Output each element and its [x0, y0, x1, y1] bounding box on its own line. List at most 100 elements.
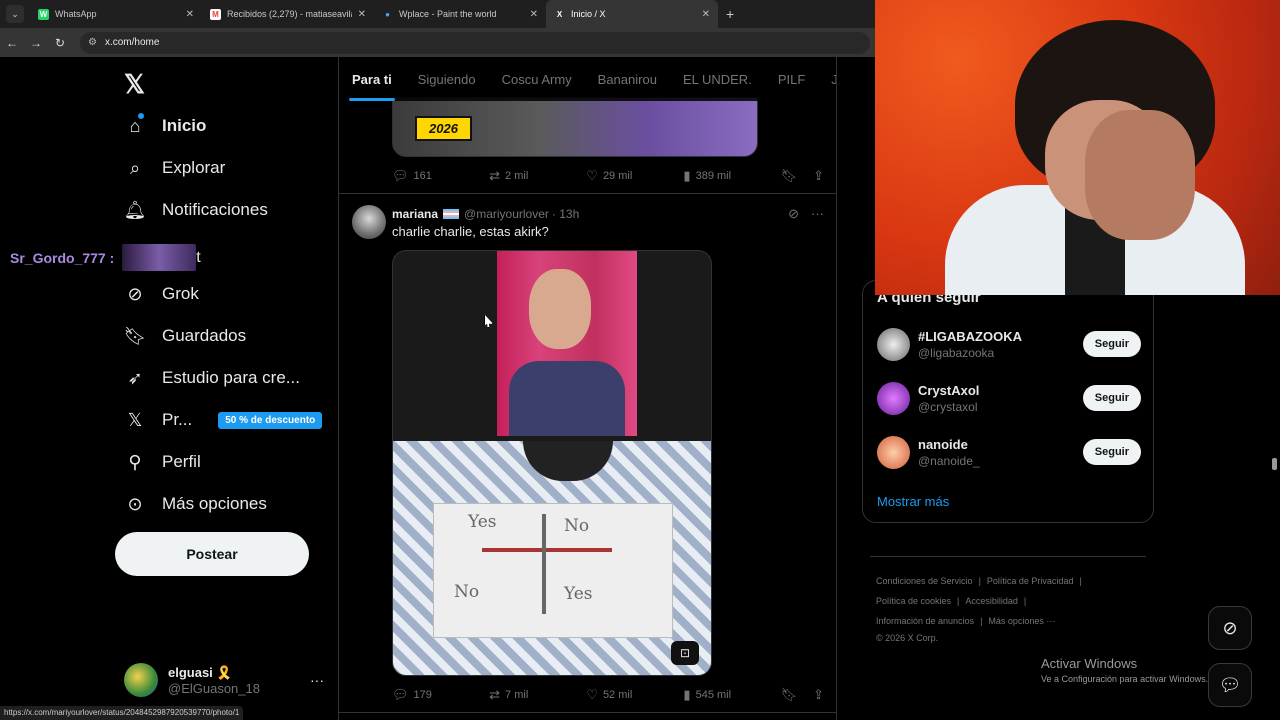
footer-row: Información de anuncios | Más opciones ·…	[876, 616, 1146, 626]
chat-bubble-icon: 💬︎	[1218, 674, 1242, 695]
avatar	[877, 435, 910, 469]
nav-item-estudio[interactable]: ➶ Estudio para cre...	[124, 367, 300, 389]
grok-icon[interactable]: ⊘	[788, 206, 799, 222]
footer-link-ads[interactable]: Información de anuncios	[876, 616, 974, 626]
nav-label: Más opciones	[162, 494, 267, 513]
nav-item-perfil[interactable]: ⚲ Perfil	[124, 451, 200, 473]
rocket-icon: ➶	[127, 367, 143, 388]
photo-face	[529, 269, 591, 349]
repost-button[interactable]: ⇄ 7 mil	[489, 687, 586, 703]
nav-item-premium[interactable]: 𝕏 Pr... 50 % de descuento	[124, 409, 323, 431]
show-more-link[interactable]: Mostrar más	[877, 494, 949, 509]
repost-button[interactable]: ⇄ 2 mil	[489, 168, 586, 184]
overlay-username: Sr_Gordo_777 :	[10, 249, 115, 266]
forward-icon[interactable]: →	[24, 36, 48, 50]
nav-item-guardados[interactable]: 🔖︎ Guardados	[124, 325, 247, 347]
footer-link-terms[interactable]: Condiciones de Servicio	[876, 576, 973, 586]
edit-image-icon[interactable]: ⊡	[671, 641, 699, 665]
tweet-divider	[339, 193, 836, 194]
tweet-author-handle[interactable]: @mariyourlover	[464, 207, 549, 221]
like-button[interactable]: ♡ 29 mil	[586, 168, 683, 184]
browser-tab-active[interactable]: X Inicio / X ✕	[546, 0, 718, 28]
tab-el-under[interactable]: EL UNDER.	[670, 57, 765, 101]
site-info-icon[interactable]: ⚙	[88, 37, 97, 48]
account-switcher[interactable]: elguasi 🎗️ @ElGuason_18 ···	[124, 663, 324, 697]
tab-pilf[interactable]: PILF	[765, 57, 818, 101]
tab-para-ti[interactable]: Para ti	[339, 57, 405, 101]
reply-button[interactable]: 💬︎ 161	[392, 168, 489, 184]
heart-icon: ♡	[586, 168, 598, 183]
nav-label: Inicio	[162, 116, 207, 135]
pencil-horizontal	[482, 548, 612, 552]
tab-bananirou[interactable]: Bananirou	[585, 57, 670, 101]
messages-floating-button[interactable]: 💬︎	[1208, 663, 1252, 707]
photo-suit	[509, 361, 625, 436]
views-button[interactable]: ▮ 545 mil	[683, 687, 780, 703]
nav-item-notificaciones[interactable]: 🔔︎ Notificaciones	[124, 199, 268, 221]
tab-search-button[interactable]: ⌄	[6, 5, 24, 23]
post-button[interactable]: Postear	[115, 532, 309, 576]
paper-word: No	[454, 582, 480, 602]
footer-link-accessibility[interactable]: Accesibilidad	[965, 596, 1018, 606]
reply-button[interactable]: 💬︎ 179	[392, 687, 489, 703]
heart-icon: ♡	[586, 687, 598, 702]
nav-item-inicio[interactable]: ⌂ Inicio	[124, 115, 207, 137]
follow-button[interactable]: Seguir	[1082, 331, 1141, 357]
follow-button[interactable]: Seguir	[1082, 439, 1141, 465]
footer-row: © 2026 X Corp.	[876, 633, 1146, 643]
nav-label: Guardados	[162, 326, 247, 345]
tweet-author-name[interactable]: mariana	[392, 207, 438, 221]
tweet-photo[interactable]: Yes No No Yes ⊡	[392, 250, 712, 676]
tab-coscu-army[interactable]: Coscu Army	[489, 57, 585, 101]
browser-tab[interactable]: M Recibidos (2,279) - matiaseavila ✕	[202, 0, 374, 28]
bookmark-icon[interactable]: 🔖︎	[781, 168, 798, 184]
nav-item-grok[interactable]: ⊘ Grok	[124, 283, 198, 305]
url-field[interactable]: ⚙ x.com/home	[80, 31, 870, 54]
x-logo-icon: X	[556, 9, 563, 19]
close-tab-icon[interactable]: ✕	[530, 9, 538, 20]
footer-link-cookies[interactable]: Política de cookies	[876, 596, 951, 606]
avatar[interactable]	[352, 205, 386, 239]
tab-jo[interactable]: JO	[818, 57, 836, 101]
photo-paper: Yes No No Yes	[433, 503, 673, 638]
close-tab-icon[interactable]: ✕	[358, 9, 366, 20]
footer-link-privacy[interactable]: Política de Privacidad	[987, 576, 1074, 586]
new-tab-icon[interactable]: +	[726, 6, 734, 22]
tab-title: Wplace - Paint the world	[399, 9, 497, 19]
browser-tab[interactable]: ● Wplace - Paint the world ✕	[374, 0, 546, 28]
suggestion-info: CrystAxol @crystaxol	[918, 383, 979, 414]
more-icon[interactable]: ···	[811, 206, 824, 222]
grok-floating-button[interactable]: ⊘	[1208, 606, 1252, 650]
views-button[interactable]: ▮ 389 mil	[683, 168, 780, 184]
reload-icon[interactable]: ↻	[48, 36, 72, 50]
share-icon[interactable]: ⇪	[813, 687, 824, 703]
grok-icon: ⊘	[127, 283, 143, 304]
follow-suggestion[interactable]: #LIGABAZOOKA @ligabazooka Seguir	[877, 324, 1141, 364]
share-icon[interactable]: ⇪	[813, 168, 824, 184]
follow-button[interactable]: Seguir	[1082, 385, 1141, 411]
tab-siguiendo[interactable]: Siguiendo	[405, 57, 489, 101]
avatar	[877, 327, 910, 361]
views-icon: ▮	[683, 168, 691, 183]
x-logo-icon[interactable]: 𝕏	[124, 69, 145, 100]
like-button[interactable]: ♡ 52 mil	[586, 687, 683, 703]
follow-suggestion[interactable]: CrystAxol @crystaxol Seguir	[877, 378, 1141, 418]
scrollbar-thumb[interactable]	[1272, 458, 1277, 470]
bookmark-icon[interactable]: 🔖︎	[781, 687, 798, 703]
nav-item-mas-opciones[interactable]: ⊙ Más opciones	[124, 493, 267, 515]
footer-link-more[interactable]: Más opciones ···	[988, 616, 1055, 626]
nav-label: Explorar	[162, 158, 226, 177]
close-tab-icon[interactable]: ✕	[702, 9, 710, 20]
back-icon[interactable]: ←	[0, 36, 24, 50]
nav-label: Pr...	[162, 410, 193, 429]
tweet-time[interactable]: · 13h	[552, 207, 579, 221]
close-tab-icon[interactable]: ✕	[186, 9, 194, 20]
nav-item-explorar[interactable]: ⌕ Explorar	[124, 157, 225, 179]
promo-badge[interactable]: 50 % de descuento	[218, 411, 323, 429]
like-count: 29 mil	[602, 170, 633, 182]
browser-tab[interactable]: W WhatsApp ✕	[30, 0, 202, 28]
previous-tweet-media[interactable]: 2026	[392, 97, 758, 157]
search-icon: ⌕	[129, 157, 141, 178]
follow-suggestion[interactable]: nanoide @nanoide_ Seguir	[877, 432, 1141, 472]
more-icon[interactable]: ···	[310, 672, 324, 688]
